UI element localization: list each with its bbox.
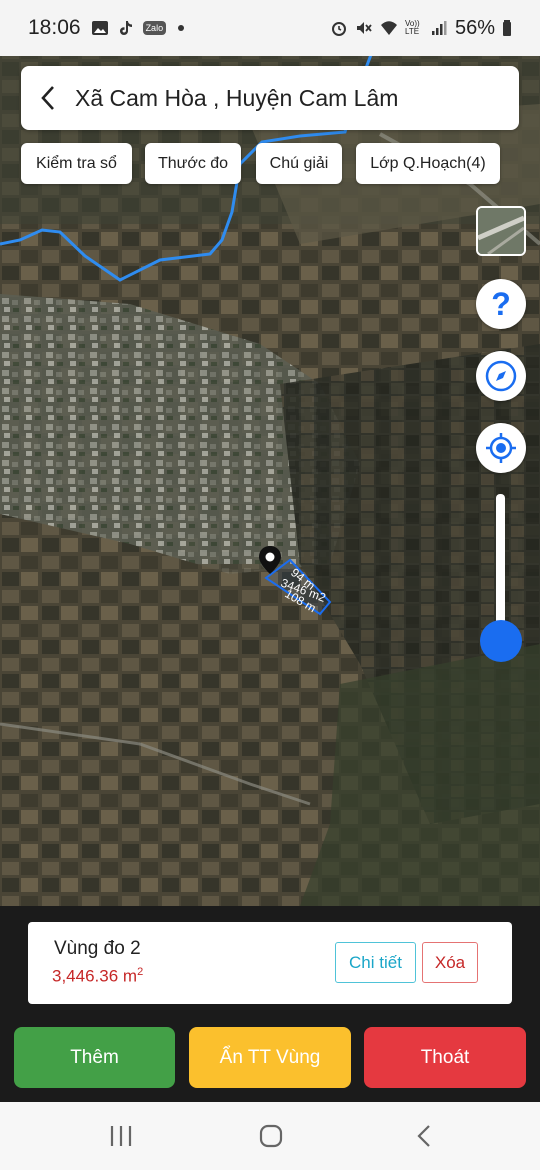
recent-apps-icon[interactable] bbox=[108, 1123, 134, 1149]
chip-planning-layer[interactable]: Lớp Q.Hoạch(4) bbox=[356, 143, 500, 184]
battery-icon bbox=[503, 20, 511, 36]
chip-ruler[interactable]: Thước đo bbox=[145, 143, 241, 184]
compass-icon bbox=[485, 360, 517, 392]
measurement-area: 3,446.36 m2 bbox=[52, 966, 143, 987]
status-bar: 18:06 Zalo Vo)) LTE 56% bbox=[0, 0, 540, 56]
compass-button[interactable] bbox=[476, 351, 526, 401]
help-icon: ? bbox=[491, 285, 511, 322]
chip-legend[interactable]: Chú giải bbox=[256, 143, 342, 184]
area-unit-superscript: 2 bbox=[137, 966, 144, 978]
signal-icon bbox=[431, 21, 447, 35]
add-button[interactable]: Thêm bbox=[14, 1027, 175, 1088]
exit-button[interactable]: Thoát bbox=[364, 1027, 526, 1088]
dot-icon bbox=[178, 25, 185, 31]
wifi-icon bbox=[380, 21, 397, 35]
opacity-slider-thumb[interactable] bbox=[480, 620, 522, 662]
mute-icon bbox=[356, 22, 372, 34]
location-title-bar: Xã Cam Hòa , Huyện Cam Lâm bbox=[21, 66, 519, 130]
tiktok-icon bbox=[119, 21, 132, 35]
measurement-name: Vùng đo 2 bbox=[54, 938, 141, 959]
layer-preview-image bbox=[478, 208, 524, 254]
detail-button[interactable]: Chi tiết bbox=[335, 942, 416, 983]
volte-icon: Vo)) LTE bbox=[404, 19, 420, 36]
location-pin-icon[interactable] bbox=[257, 545, 283, 575]
home-icon[interactable] bbox=[258, 1123, 284, 1149]
area-value: 3,446.36 m bbox=[52, 966, 138, 986]
delete-button[interactable]: Xóa bbox=[422, 942, 478, 983]
back-button[interactable] bbox=[21, 66, 75, 130]
chip-check-certificate[interactable]: Kiểm tra sổ bbox=[21, 143, 132, 184]
result-card: Vùng đo 2 3,446.36 m2 Chi tiết Xóa bbox=[28, 922, 512, 1004]
battery-percent: 56% bbox=[454, 16, 495, 39]
hide-info-button[interactable]: Ẩn TT Vùng bbox=[189, 1027, 351, 1088]
back-icon[interactable] bbox=[412, 1123, 438, 1149]
zalo-icon: Zalo bbox=[142, 21, 167, 35]
chevron-left-icon bbox=[41, 86, 54, 110]
location-title: Xã Cam Hòa , Huyện Cam Lâm bbox=[75, 84, 399, 111]
gallery-icon bbox=[91, 21, 108, 35]
help-button[interactable]: ? bbox=[476, 279, 526, 329]
locate-button[interactable] bbox=[476, 423, 526, 473]
layer-thumbnail[interactable] bbox=[476, 206, 526, 256]
system-nav-bar bbox=[0, 1102, 540, 1170]
locate-icon bbox=[486, 433, 516, 463]
status-time: 18:06 bbox=[28, 16, 81, 39]
alarm-icon bbox=[331, 22, 346, 36]
